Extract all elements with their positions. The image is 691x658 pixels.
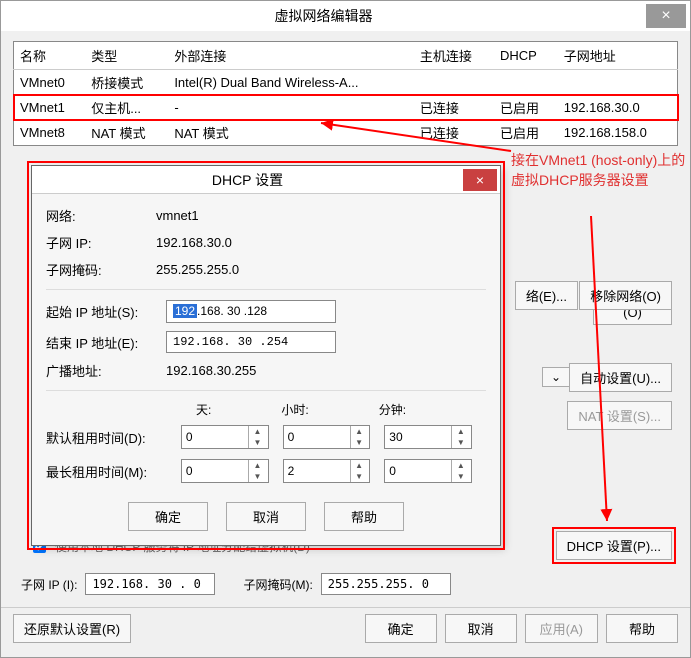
help-button[interactable]: 帮助 — [606, 614, 678, 643]
cell-dhcp: 已启用 — [494, 95, 558, 120]
col-subnet[interactable]: 子网地址 — [558, 42, 678, 70]
cell-subnet: 192.168.30.0 — [558, 95, 678, 120]
network-table[interactable]: 名称 类型 外部连接 主机连接 DHCP 子网地址 VMnet0 桥接模式 In… — [13, 41, 678, 146]
cell-subnet — [558, 70, 678, 96]
minutes-header: 分钟: — [379, 401, 406, 418]
auto-settings-button[interactable]: 自动设置(U)... — [569, 363, 672, 392]
max-lease-minutes-input[interactable] — [385, 460, 451, 482]
col-name[interactable]: 名称 — [14, 42, 86, 70]
subnet-mask-value: 255.255.255.0 — [156, 262, 239, 277]
max-lease-hours-input[interactable] — [284, 460, 350, 482]
cell-type: 仅主机... — [85, 95, 168, 120]
up-arrow-icon[interactable]: ▲ — [452, 426, 469, 437]
hours-header: 小时: — [281, 401, 308, 418]
dialog-title: DHCP 设置 — [32, 170, 463, 190]
up-arrow-icon[interactable]: ▲ — [452, 460, 469, 471]
restore-defaults-button[interactable]: 还原默认设置(R) — [13, 614, 131, 643]
window-title: 虚拟网络编辑器 — [1, 6, 646, 26]
cell-external: - — [168, 95, 414, 120]
subnet-ip-label: 子网 IP: — [46, 233, 156, 252]
cell-dhcp — [494, 70, 558, 96]
end-ip-input[interactable]: 192.168. 30 .254 — [166, 331, 336, 353]
up-arrow-icon[interactable]: ▲ — [351, 426, 368, 437]
dialog-help-button[interactable]: 帮助 — [324, 502, 404, 531]
broadcast-value: 192.168.30.255 — [166, 363, 256, 378]
cell-host: 已连接 — [414, 95, 494, 120]
default-lease-label: 默认租用时间(D): — [46, 428, 181, 447]
start-ip-input[interactable]: 192.168. 30 .128 — [166, 300, 336, 323]
subnet-mask-label: 子网掩码(M): — [243, 576, 312, 593]
dhcp-settings-dialog: DHCP 设置 × 网络: vmnet1 子网 IP: 192.168.30.0… — [31, 165, 501, 546]
down-arrow-icon[interactable]: ▼ — [452, 437, 469, 448]
default-lease-days-input[interactable] — [182, 426, 248, 448]
down-arrow-icon[interactable]: ▼ — [351, 437, 368, 448]
nat-settings-button[interactable]: NAT 设置(S)... — [567, 401, 672, 430]
subnet-ip-value: 192.168.30.0 — [156, 235, 232, 250]
dialog-titlebar: DHCP 设置 × — [32, 166, 500, 194]
close-button[interactable]: × — [646, 4, 686, 28]
ok-button[interactable]: 确定 — [365, 614, 437, 643]
cell-external: NAT 模式 — [168, 120, 414, 146]
titlebar: 虚拟网络编辑器 × — [1, 1, 690, 31]
subnet-ip-label: 子网 IP (I): — [21, 576, 77, 593]
default-lease-hours[interactable]: ▲▼ — [283, 425, 371, 449]
subnet-mask-input[interactable] — [321, 573, 451, 595]
add-network-button[interactable]: 络(E)... — [515, 281, 578, 310]
start-ip-label: 起始 IP 地址(S): — [46, 302, 166, 321]
cancel-button[interactable]: 取消 — [445, 614, 517, 643]
cell-host: 已连接 — [414, 120, 494, 146]
max-lease-label: 最长租用时间(M): — [46, 462, 181, 481]
cell-name: VMnet0 — [14, 70, 86, 96]
max-lease-days[interactable]: ▲▼ — [181, 459, 269, 483]
max-lease-minutes[interactable]: ▲▼ — [384, 459, 472, 483]
subnet-ip-input[interactable] — [85, 573, 215, 595]
down-arrow-icon[interactable]: ▼ — [249, 437, 266, 448]
default-lease-days[interactable]: ▲▼ — [181, 425, 269, 449]
remove-network-button[interactable]: 移除网络(O) — [579, 281, 672, 310]
cell-dhcp: 已启用 — [494, 120, 558, 146]
net-value: vmnet1 — [156, 208, 199, 223]
virtual-network-editor-window: 虚拟网络编辑器 × 名称 类型 外部连接 主机连接 DHCP 子网地址 VMne… — [0, 0, 691, 658]
table-row[interactable]: VMnet8 NAT 模式 NAT 模式 已连接 已启用 192.168.158… — [14, 120, 678, 146]
col-host[interactable]: 主机连接 — [414, 42, 494, 70]
max-lease-days-input[interactable] — [182, 460, 248, 482]
subnet-mask-label: 子网掩码: — [46, 260, 156, 279]
down-arrow-icon[interactable]: ▼ — [249, 471, 266, 482]
dialog-ok-button[interactable]: 确定 — [128, 502, 208, 531]
net-label: 网络: — [46, 206, 156, 225]
down-arrow-icon[interactable]: ▼ — [351, 471, 368, 482]
cell-name: VMnet1 — [14, 95, 86, 120]
days-header: 天: — [196, 401, 211, 418]
cell-name: VMnet8 — [14, 120, 86, 146]
dhcp-settings-button[interactable]: DHCP 设置(P)... — [556, 531, 672, 560]
end-ip-label: 结束 IP 地址(E): — [46, 333, 166, 352]
cell-external: Intel(R) Dual Band Wireless-A... — [168, 70, 414, 96]
col-type[interactable]: 类型 — [85, 42, 168, 70]
default-lease-minutes[interactable]: ▲▼ — [384, 425, 472, 449]
table-row[interactable]: VMnet0 桥接模式 Intel(R) Dual Band Wireless-… — [14, 70, 678, 96]
table-header-row: 名称 类型 外部连接 主机连接 DHCP 子网地址 — [14, 42, 678, 70]
cell-host — [414, 70, 494, 96]
apply-button[interactable]: 应用(A) — [525, 614, 598, 643]
dropdown-arrow[interactable]: ⌄ — [542, 367, 570, 387]
broadcast-label: 广播地址: — [46, 361, 166, 380]
table-row-selected[interactable]: VMnet1 仅主机... - 已连接 已启用 192.168.30.0 — [14, 95, 678, 120]
default-lease-hours-input[interactable] — [284, 426, 350, 448]
cell-type: 桥接模式 — [85, 70, 168, 96]
col-external[interactable]: 外部连接 — [168, 42, 414, 70]
max-lease-hours[interactable]: ▲▼ — [283, 459, 371, 483]
default-lease-minutes-input[interactable] — [385, 426, 451, 448]
up-arrow-icon[interactable]: ▲ — [249, 460, 266, 471]
dialog-cancel-button[interactable]: 取消 — [226, 502, 306, 531]
cell-subnet: 192.168.158.0 — [558, 120, 678, 146]
annotation-text: 接在VMnet1 (host-only)上的虚拟DHCP服务器设置 — [511, 151, 687, 190]
dialog-close-button[interactable]: × — [463, 169, 497, 191]
footer: 还原默认设置(R) 确定 取消 应用(A) 帮助 — [1, 607, 690, 649]
up-arrow-icon[interactable]: ▲ — [249, 426, 266, 437]
cell-type: NAT 模式 — [85, 120, 168, 146]
down-arrow-icon[interactable]: ▼ — [452, 471, 469, 482]
col-dhcp[interactable]: DHCP — [494, 42, 558, 70]
up-arrow-icon[interactable]: ▲ — [351, 460, 368, 471]
